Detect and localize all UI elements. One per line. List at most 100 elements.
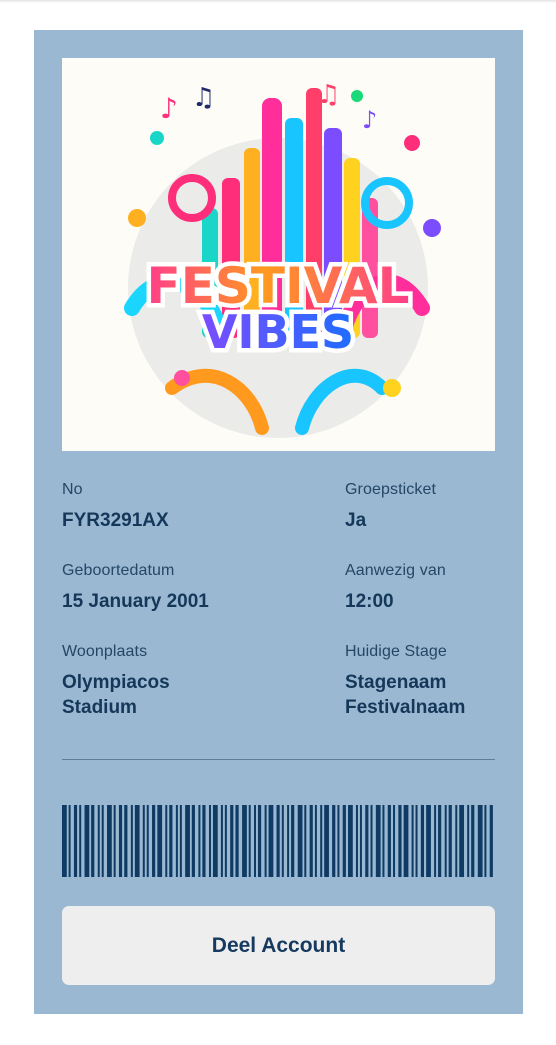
barcode-bar <box>208 805 211 877</box>
svg-text:VIBES: VIBES <box>202 305 354 359</box>
field-group-ticket: Groepsticket Ja <box>345 480 436 533</box>
barcode-bar <box>134 805 140 877</box>
current-stage-value-line1: Stagenaam <box>345 672 447 693</box>
barcode-bar <box>91 805 95 877</box>
svg-text:♫: ♫ <box>192 83 215 113</box>
barcode-bar <box>157 805 163 877</box>
group-ticket-value: Ja <box>345 510 367 531</box>
status-bar-shadow <box>0 0 556 3</box>
barcode-bar <box>359 805 362 877</box>
barcode-bar <box>224 805 227 877</box>
barcode-bar <box>484 805 487 877</box>
barcode <box>62 805 493 877</box>
barcode-bar <box>146 805 149 877</box>
barcode-bar <box>202 805 206 877</box>
svg-text:♫: ♫ <box>317 80 340 110</box>
svg-text:♪: ♪ <box>160 92 178 125</box>
barcode-bar <box>375 805 381 877</box>
barcode-bar <box>297 805 303 877</box>
barcode-bar <box>348 805 353 877</box>
barcode-bar <box>420 805 425 877</box>
barcode-bar <box>179 805 182 877</box>
barcode-bar <box>257 805 262 877</box>
barcode-bar <box>113 805 116 877</box>
barcode-bar <box>79 805 82 877</box>
barcode-bar <box>467 805 470 877</box>
barcode-bar <box>165 805 168 877</box>
field-residence: Woonplaats Olympiacos Stadium <box>62 642 170 720</box>
barcode-bar <box>175 805 178 877</box>
barcode-bar <box>403 805 409 877</box>
birthdate-value: 15 January 2001 <box>62 591 209 612</box>
present-from-label: Aanwezig van <box>345 562 446 579</box>
barcode-bar <box>97 805 100 877</box>
barcode-bar <box>101 805 104 877</box>
barcode-bar <box>337 805 340 877</box>
barcode-bar <box>415 805 418 877</box>
barcode-bar <box>68 805 71 877</box>
barcode-bar <box>438 805 442 877</box>
barcode-bar <box>198 805 201 877</box>
field-birthdate: Geboortedatum 15 January 2001 <box>62 561 209 614</box>
divider <box>62 759 495 760</box>
barcode-bar <box>84 805 90 877</box>
barcode-bar <box>444 805 447 877</box>
barcode-bar <box>268 805 274 877</box>
barcode-bar <box>73 805 78 877</box>
barcode-bar <box>342 805 346 877</box>
barcode-bar <box>264 805 267 877</box>
ticket-card: ♪ ♫ ♫ ♪ FESTIVAL VIBES No FYR3291AX Groe… <box>34 30 523 1014</box>
residence-value-line1: Olympiacos <box>62 672 170 693</box>
number-value: FYR3291AX <box>62 510 169 531</box>
share-account-button[interactable]: Deel Account <box>62 906 495 985</box>
birthdate-label: Geboortedatum <box>62 562 175 579</box>
barcode-bar <box>434 805 437 877</box>
barcode-bar <box>324 805 329 877</box>
barcode-bar <box>124 805 128 877</box>
present-from-value: 12:00 <box>345 591 394 612</box>
barcode-bar <box>332 805 336 877</box>
barcode-bar <box>455 805 458 877</box>
number-label: No <box>62 481 83 498</box>
barcode-bar <box>107 805 112 877</box>
barcode-bar <box>471 805 475 877</box>
barcode-bar <box>142 805 145 877</box>
festival-vibes-logo: ♪ ♫ ♫ ♪ FESTIVAL VIBES <box>124 80 441 438</box>
barcode-bar <box>398 805 402 877</box>
barcode-bar <box>370 805 373 877</box>
current-stage-value: Stagenaam Festivalnaam <box>345 670 465 720</box>
barcode-bar <box>459 805 465 877</box>
barcode-bar <box>314 805 317 877</box>
residence-value-line2: Stadium <box>62 697 137 718</box>
barcode-bar <box>152 805 156 877</box>
barcode-bar <box>355 805 358 877</box>
barcode-bar <box>230 805 234 877</box>
barcode-bar <box>118 805 123 877</box>
barcode-bar <box>320 805 323 877</box>
svg-text:♪: ♪ <box>362 106 377 134</box>
barcode-bar <box>169 805 173 877</box>
barcode-bar <box>242 805 247 877</box>
barcode-bar <box>220 805 223 877</box>
barcode-bar <box>411 805 414 877</box>
barcode-bar <box>477 805 483 877</box>
barcode-bar <box>130 805 133 877</box>
barcode-bar <box>291 805 295 877</box>
barcode-bar <box>489 805 493 877</box>
field-present-from: Aanwezig van 12:00 <box>345 561 446 614</box>
barcode-bar <box>235 805 239 877</box>
barcode-bar <box>393 805 396 877</box>
barcode-bar <box>276 805 280 877</box>
festival-poster-image: ♪ ♫ ♫ ♪ FESTIVAL VIBES <box>62 58 495 451</box>
barcode-bar <box>382 805 385 877</box>
barcode-bar <box>426 805 431 877</box>
barcode-bar <box>309 805 313 877</box>
barcode-bar <box>287 805 290 877</box>
barcode-bar <box>254 805 256 877</box>
barcode-bar <box>281 805 284 877</box>
barcode-bar <box>191 805 195 877</box>
barcode-bar <box>304 805 307 877</box>
barcode-bar <box>365 805 369 877</box>
barcode-bar <box>387 805 391 877</box>
residence-value: Olympiacos Stadium <box>62 670 170 720</box>
